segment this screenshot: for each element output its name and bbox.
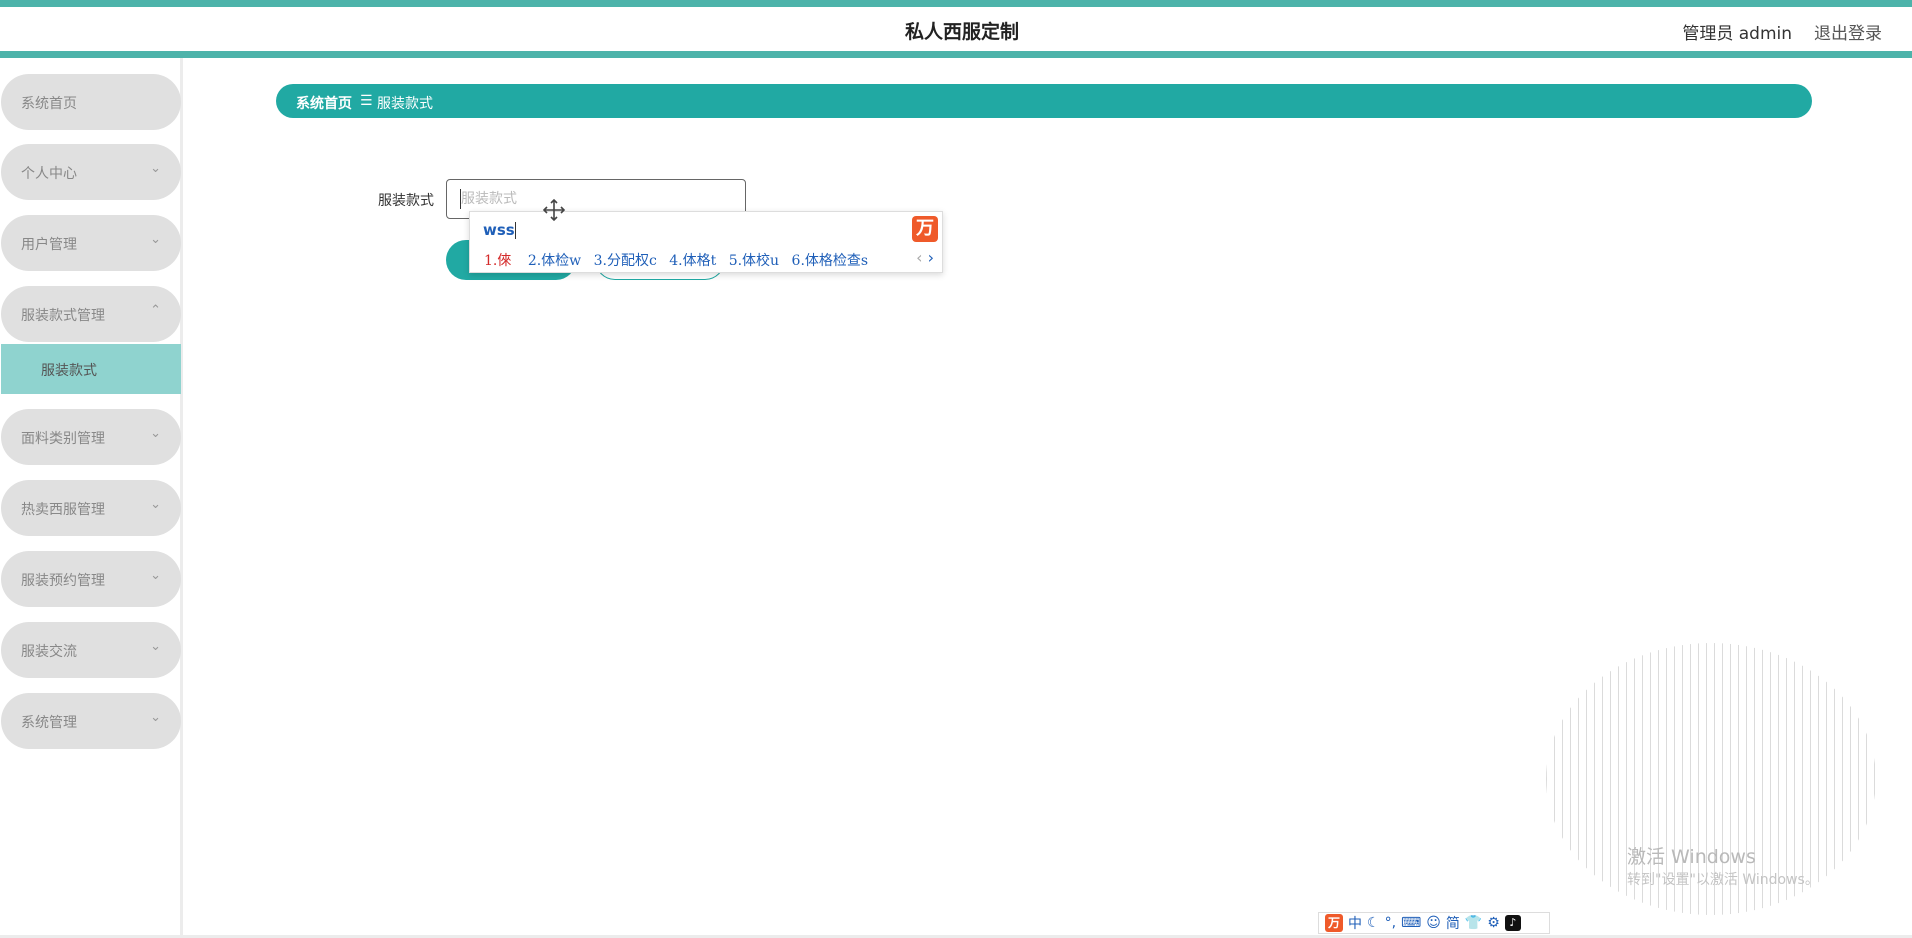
- ime-candidate[interactable]: 1.倈: [484, 253, 511, 269]
- sidebar-item-label: 系统首页: [21, 96, 77, 112]
- breadcrumb-home-link[interactable]: 系统首页: [296, 93, 352, 113]
- simplified-icon[interactable]: 简: [1446, 913, 1460, 933]
- ime-prev-icon[interactable]: ‹: [916, 248, 922, 267]
- chevron-down-icon: ⌄: [150, 639, 161, 654]
- gear-icon[interactable]: ⚙: [1487, 915, 1500, 931]
- sogou-logo-icon[interactable]: 万: [1325, 914, 1343, 932]
- chevron-up-icon: ⌃: [150, 303, 161, 318]
- tiktok-icon[interactable]: ♪: [1504, 915, 1521, 931]
- ime-candidate[interactable]: 4.体格t: [669, 253, 716, 269]
- logout-link[interactable]: 退出登录: [1814, 19, 1882, 44]
- style-field-label: 服装款式: [378, 193, 434, 209]
- sidebar-subitem-label: 服装款式: [41, 363, 97, 379]
- chevron-down-icon: ⌄: [150, 497, 161, 512]
- sidebar-item-personal-center[interactable]: 个人中心 ⌄: [1, 144, 181, 200]
- sidebar-item-label: 系统管理: [21, 715, 77, 731]
- top-stripe: [0, 0, 1912, 7]
- sidebar-item-label: 服装交流: [21, 644, 77, 660]
- sidebar-item-style-management[interactable]: 服装款式管理 ⌃: [1, 286, 181, 342]
- breadcrumb: 系统首页 ☰ 服装款式: [276, 84, 1812, 118]
- ime-candidate-list: 1.倈 2.体检w 3.分配权c 4.体格t 5.体校u 6.体格检查s: [484, 250, 876, 270]
- chevron-down-icon: ⌄: [150, 426, 161, 441]
- activate-windows-subtitle: 转到"设置"以激活 Windows。: [1627, 872, 1819, 888]
- moon-icon[interactable]: ☾: [1367, 915, 1380, 931]
- ime-toolbar: 万 中 ☾ °, ⌨ ☺ 简 👕 ⚙ ♪: [1318, 912, 1550, 934]
- user-icon[interactable]: ☺: [1426, 915, 1441, 931]
- chevron-down-icon: ⌄: [150, 710, 161, 725]
- sidebar-item-home[interactable]: 系统首页: [1, 74, 181, 130]
- sidebar-item-label: 用户管理: [21, 237, 77, 253]
- ime-candidate[interactable]: 6.体格检查s: [792, 253, 869, 269]
- sidebar-item-hot-suits[interactable]: 热卖西服管理 ⌄: [1, 480, 181, 536]
- chinese-mode-icon[interactable]: 中: [1348, 913, 1362, 933]
- sidebar-item-label: 服装款式管理: [21, 308, 105, 324]
- ime-page-nav: ‹ ›: [916, 248, 934, 267]
- keyboard-icon[interactable]: ⌨: [1401, 915, 1421, 931]
- sidebar-item-exchange[interactable]: 服装交流 ⌄: [1, 622, 181, 678]
- sidebar-subitem-clothing-style[interactable]: 服装款式: [1, 344, 181, 394]
- chevron-down-icon: ⌄: [150, 161, 161, 176]
- chevron-down-icon: ⌄: [150, 232, 161, 247]
- header: 私人西服定制 管理员 admin 退出登录: [0, 7, 1912, 51]
- sidebar-item-appointments[interactable]: 服装预约管理 ⌄: [1, 551, 181, 607]
- ime-candidate[interactable]: 2.体检w: [528, 253, 581, 269]
- header-bar: [0, 51, 1912, 58]
- app-title: 私人西服定制: [904, 21, 1019, 43]
- sidebar-item-label: 面料类别管理: [21, 431, 105, 447]
- ime-composition-text: wss: [483, 221, 515, 239]
- text-cursor: [460, 189, 461, 209]
- user-label: 管理员 admin: [1682, 24, 1792, 44]
- sogou-logo-icon[interactable]: 万: [912, 216, 938, 242]
- sidebar: 系统首页 个人中心 ⌄ 用户管理 ⌄ 服装款式管理 ⌃ 服装款式 面料类别管理 …: [0, 58, 183, 938]
- move-cursor-icon: [542, 198, 566, 222]
- ime-candidate-window: wss 万 1.倈 2.体检w 3.分配权c 4.体格t 5.体校u 6.体格检…: [469, 211, 943, 273]
- skin-icon[interactable]: 👕: [1465, 915, 1482, 931]
- sidebar-item-fabric-category[interactable]: 面料类别管理 ⌄: [1, 409, 181, 465]
- ime-candidate[interactable]: 3.分配权c: [594, 253, 657, 269]
- ime-caret: [515, 222, 516, 239]
- activate-windows-title: 激活 Windows: [1627, 846, 1756, 868]
- ime-next-icon[interactable]: ›: [928, 248, 934, 267]
- sidebar-item-label: 个人中心: [21, 166, 77, 182]
- sidebar-item-label: 热卖西服管理: [21, 502, 105, 518]
- breadcrumb-current: 服装款式: [377, 96, 433, 112]
- sidebar-item-system-management[interactable]: 系统管理 ⌄: [1, 693, 181, 749]
- punctuation-icon[interactable]: °,: [1385, 915, 1396, 931]
- chevron-down-icon: ⌄: [150, 568, 161, 583]
- sidebar-item-user-management[interactable]: 用户管理 ⌄: [1, 215, 181, 271]
- ime-candidate[interactable]: 5.体校u: [729, 253, 779, 269]
- sidebar-item-label: 服装预约管理: [21, 573, 105, 589]
- breadcrumb-separator-icon: ☰: [360, 93, 373, 109]
